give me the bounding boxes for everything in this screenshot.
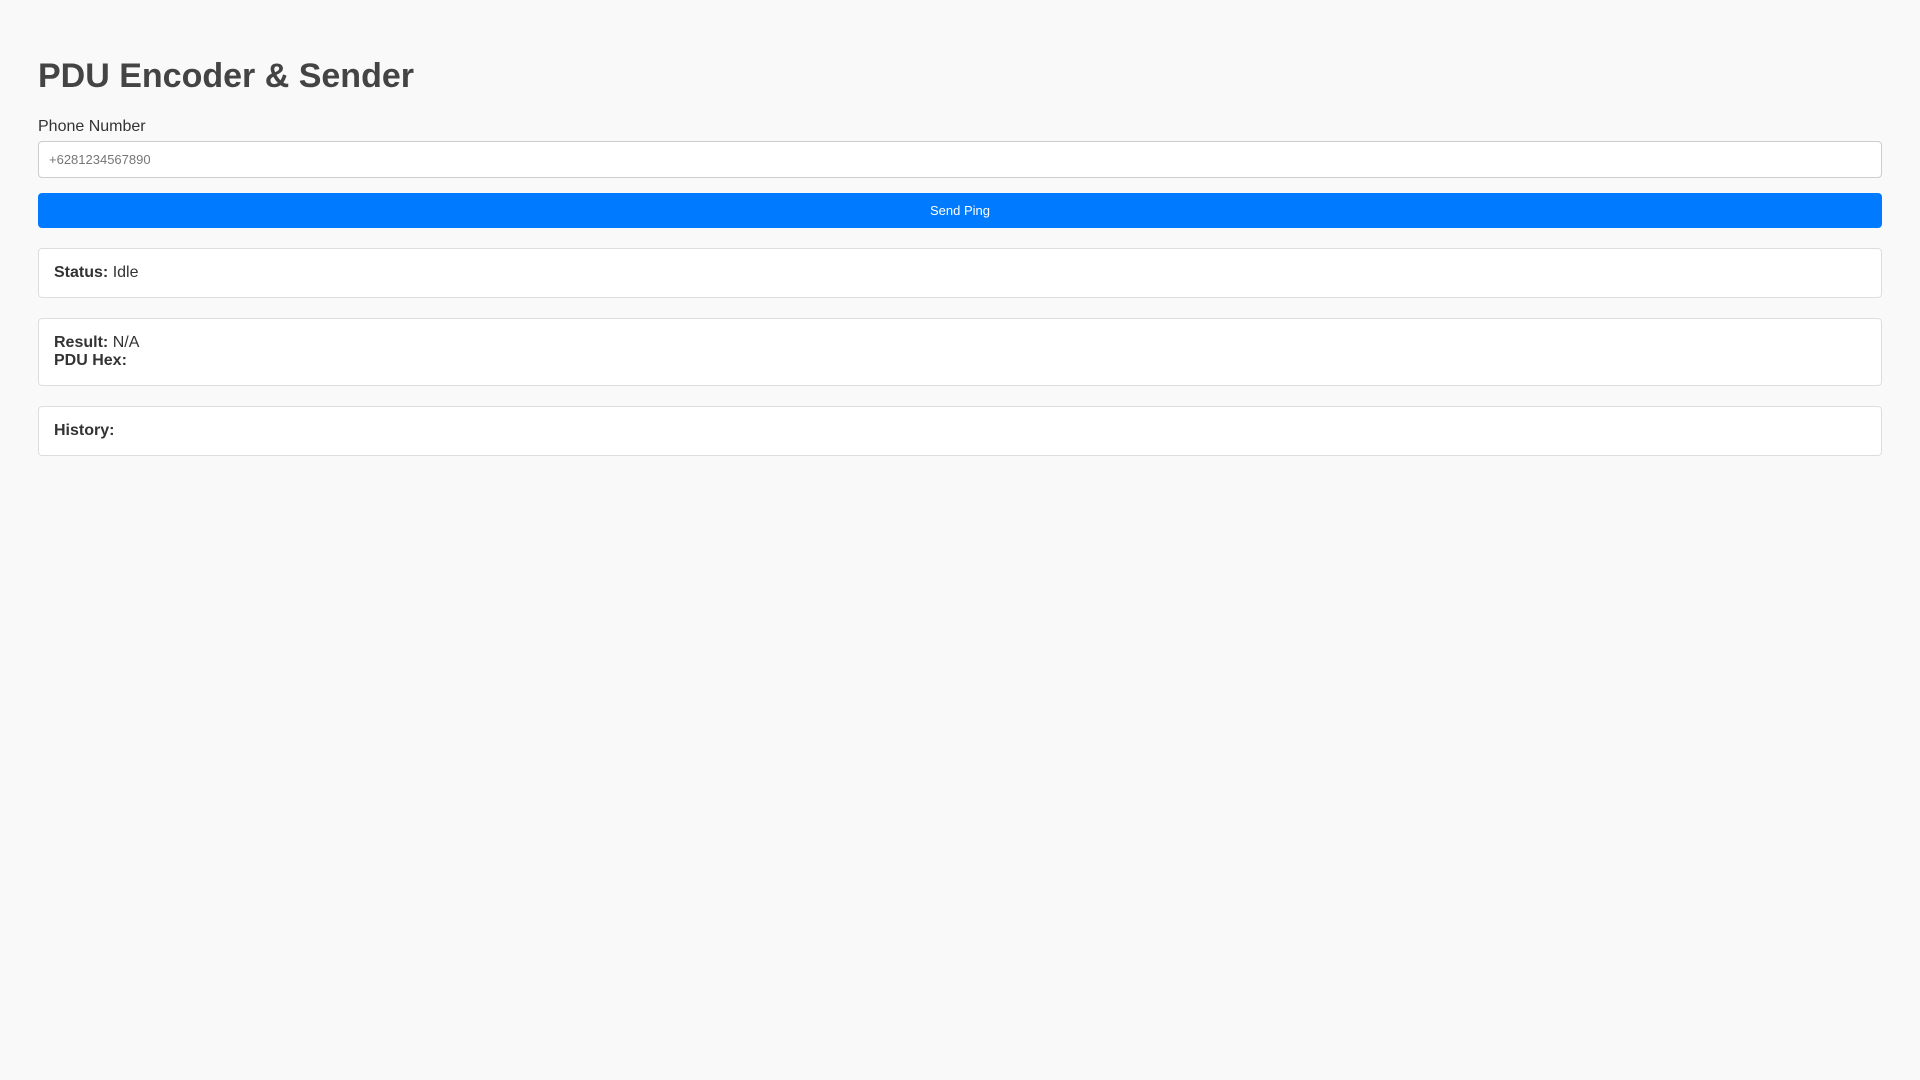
phone-number-input[interactable] xyxy=(38,141,1882,178)
status-row: Status: Idle xyxy=(54,264,1866,282)
status-label: Status: xyxy=(54,264,109,281)
result-value: N/A xyxy=(112,334,140,351)
pdu-hex-label: PDU Hex: xyxy=(54,352,127,369)
status-panel: Status: Idle xyxy=(38,248,1882,298)
result-label: Result: xyxy=(54,334,109,351)
result-panel: Result: N/A PDU Hex: xyxy=(38,318,1882,386)
history-row: History: xyxy=(54,422,1866,440)
send-ping-button[interactable]: Send Ping xyxy=(38,193,1882,228)
history-panel: History: xyxy=(38,406,1882,456)
phone-number-label: Phone Number xyxy=(38,118,146,135)
result-row: Result: N/A xyxy=(54,334,1866,352)
page-title: PDU Encoder & Sender xyxy=(38,57,414,95)
pdu-hex-row: PDU Hex: xyxy=(54,352,1866,370)
history-label: History: xyxy=(54,422,115,439)
status-value: Idle xyxy=(112,264,139,281)
